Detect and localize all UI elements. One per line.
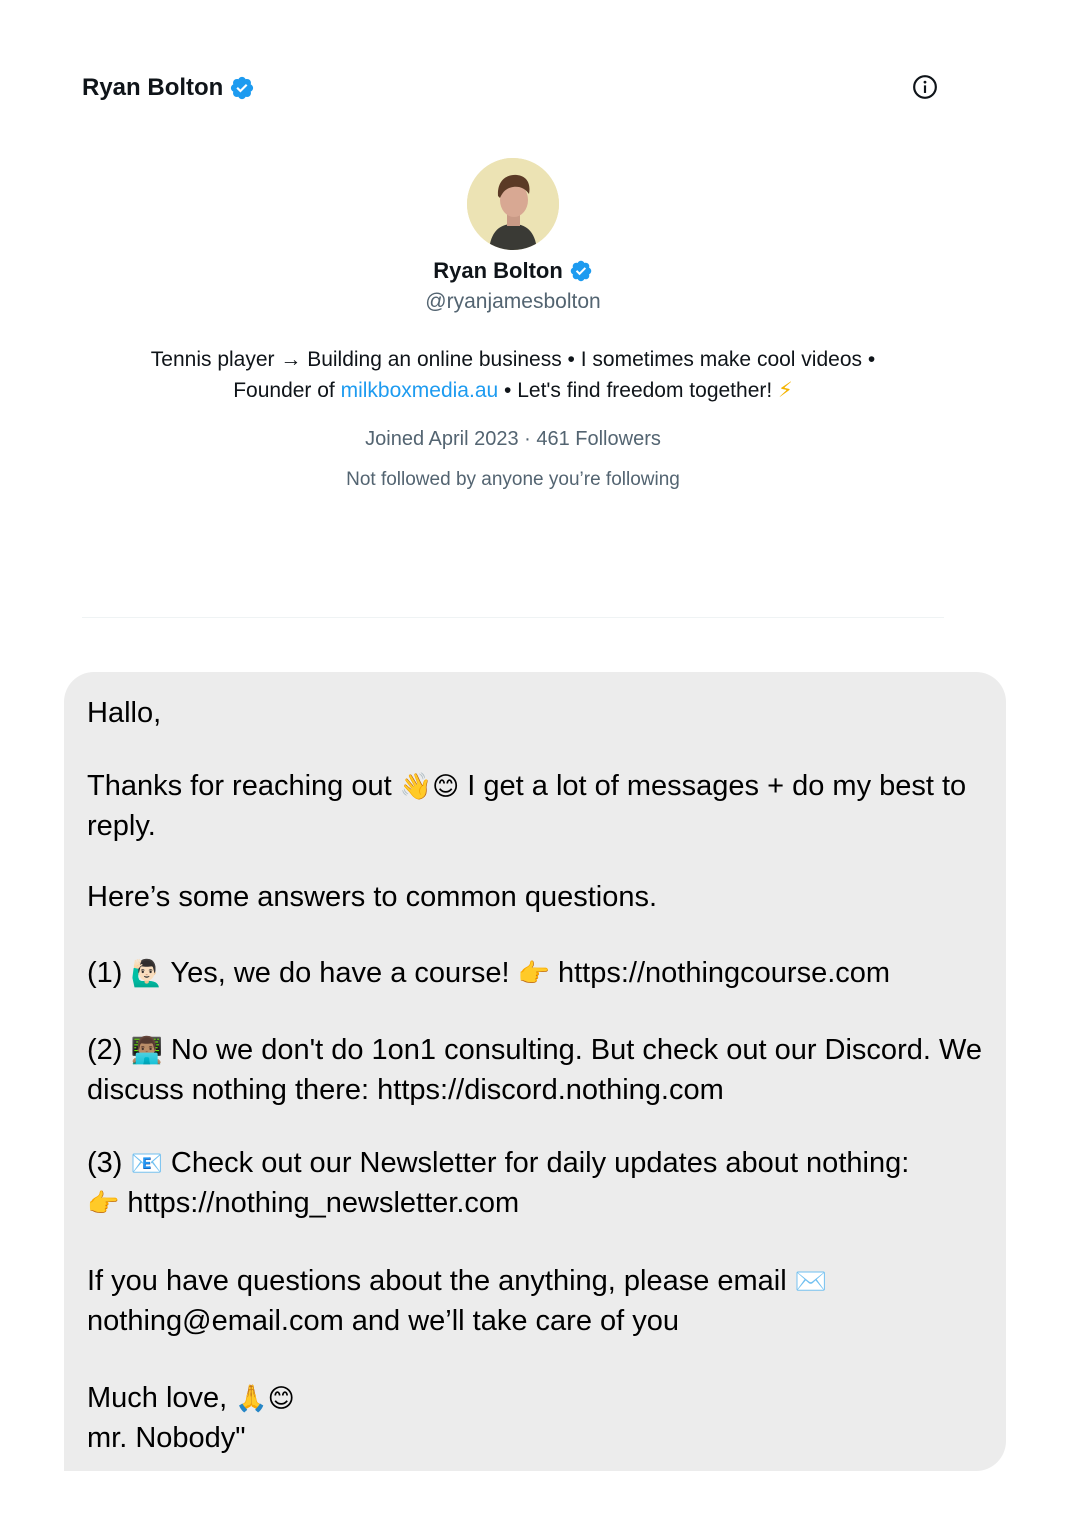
avatar-portrait-image [467,158,559,250]
message-intro: Here’s some answers to common questions. [87,881,658,913]
email-text: If you have questions about the anything… [87,1265,795,1297]
envelope-icon: ✉️ [794,1267,828,1297]
info-icon[interactable] [912,74,938,100]
followed-by-note: Not followed by anyone you’re following [346,469,680,490]
profile-handle[interactable]: @ryanjamesbolton [82,290,944,314]
verified-badge-icon [231,76,254,100]
header-title[interactable]: Ryan Bolton [82,74,255,102]
message-question-2: (2) 👨🏽‍💻 No we don't do 1on1 consulting.… [87,1031,982,1110]
message-question-1: (1) 🙋🏻‍♂️ Yes, we do have a course! 👉 ht… [87,954,982,994]
conversation-header: Ryan Bolton [82,70,944,110]
lightning-icon: ⚡ [778,379,793,402]
message-question-3: (3) 📧 Check out our Newsletter for daily… [87,1144,982,1224]
message-email: If you have questions about the anything… [87,1262,982,1341]
pointing-right-icon: 👉 [87,1189,120,1219]
bio-founder-text: Founder of [233,379,341,402]
profile-bio: Tennis player → Building an online busin… [82,344,944,406]
thanks-text: Thanks for reaching out [87,770,400,802]
q3-link[interactable]: https://nothing_newsletter.com [119,1187,519,1219]
bio-line-1: Tennis player → Building an online busin… [150,348,876,371]
divider [82,617,944,618]
message-body: Hallo, Thanks for reaching out 👋😊 I get … [87,694,982,1458]
profile-joined-followers: Joined April 2023 · 461 Followers [365,428,661,450]
profile-name[interactable]: Ryan Bolton [82,258,944,284]
email-address-text: nothing@email.com and we’ll take care of… [87,1305,680,1337]
q2-number: (2) [87,1034,131,1066]
q2-text: No we don't do 1on1 consulting. But chec… [87,1034,982,1106]
avatar[interactable] [467,158,559,250]
message-greeting: Hallo, [87,697,162,729]
signoff-text: Much love, [87,1382,236,1414]
bio-tagline-text: • Let's find freedom together! [498,379,779,402]
person-raising-hand-icon: 🙋🏻‍♂️ [130,959,163,989]
verified-badge-icon [570,260,592,282]
message-signoff: Much love, 🙏😊 mr. Nobody" [87,1379,982,1458]
message-thanks: Thanks for reaching out 👋😊 I get a lot o… [87,767,982,846]
folded-hands-smile-icon: 🙏😊 [235,1384,295,1414]
technologist-icon: 👨🏽‍💻 [130,1036,163,1066]
q1-number: (1) [87,957,131,989]
q3-text: Check out our Newsletter for daily updat… [162,1147,910,1179]
bio-website-link[interactable]: milkboxmedia.au [341,379,499,402]
bio-line-2: Founder of milkboxmedia.au • Let's find … [82,375,944,406]
profile-card: Ryan Bolton @ryanjamesbolton Tennis play… [82,158,944,491]
message-bubble[interactable]: Hallo, Thanks for reaching out 👋😊 I get … [64,672,1006,1471]
waving-hand-smile-icon: 👋😊 [399,772,460,802]
q1-link[interactable]: https://nothingcourse.com [550,957,890,989]
signature-text: mr. Nobody" [87,1422,246,1454]
profile-name-text: Ryan Bolton [433,258,563,283]
header-name-text: Ryan Bolton [82,74,224,101]
q1-text: Yes, we do have a course! [162,957,518,989]
pointing-right-icon: 👉 [517,959,550,989]
q3-number: (3) [87,1147,131,1179]
email-icon: 📧 [130,1149,163,1179]
